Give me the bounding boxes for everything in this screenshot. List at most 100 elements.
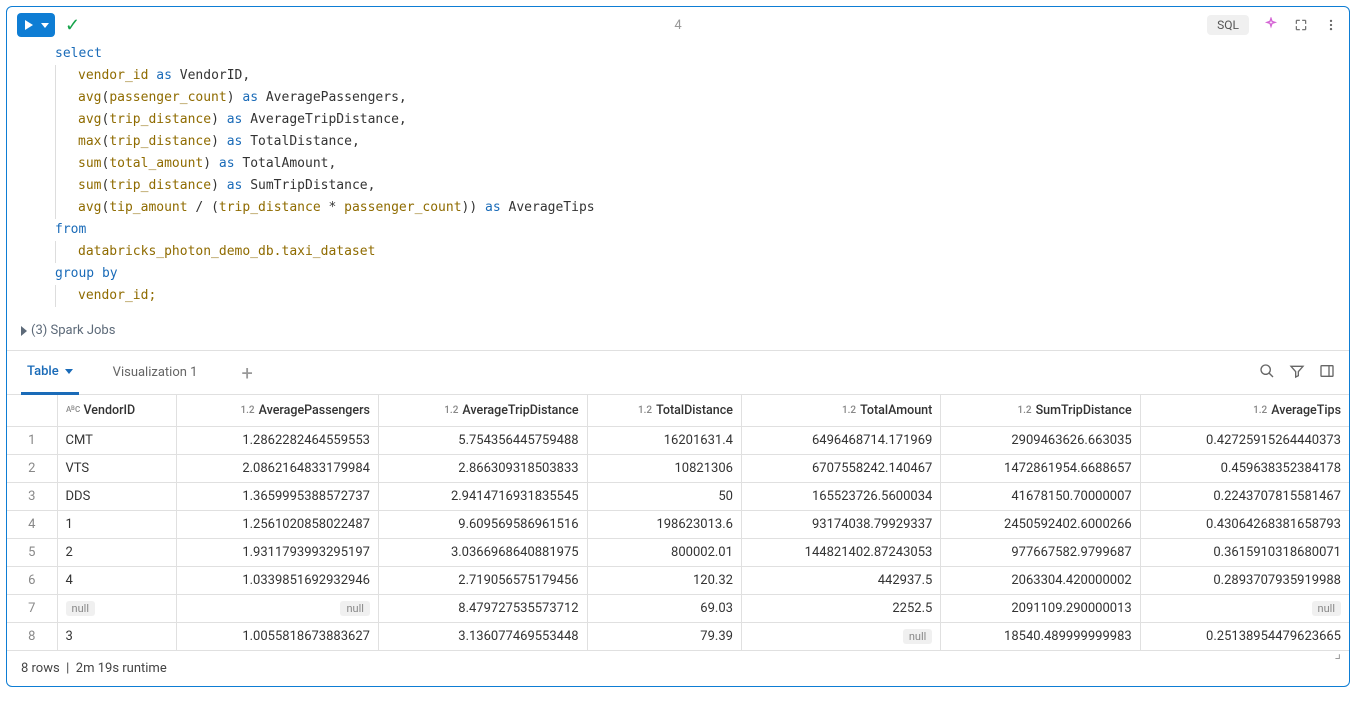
header-averagetripdistance[interactable]: 1.2AverageTripDistance (378, 395, 587, 427)
cell: 9.609569586961516 (378, 511, 587, 539)
tab-table[interactable]: Table (21, 351, 79, 395)
cell: 6496468714.171969 (741, 427, 940, 455)
cell: 8.479727535573712 (378, 595, 587, 623)
cell: 2.866309318503833 (378, 455, 587, 483)
row-number: 6 (7, 567, 57, 595)
string-type-icon: ABC (66, 406, 80, 417)
cell: 50 (587, 483, 741, 511)
success-check-icon: ✓ (65, 15, 80, 36)
row-number: 7 (7, 595, 57, 623)
cell: 0.25138954479623665 (1140, 623, 1349, 651)
fullscreen-icon[interactable] (1293, 17, 1309, 33)
cell: 18540.489999999983 (941, 623, 1140, 651)
cell: 2252.5 (741, 595, 940, 623)
null-pill: null (340, 601, 370, 616)
cell: 2.0862164833179984 (177, 455, 379, 483)
run-button[interactable] (17, 13, 55, 37)
notebook-cell: ✓ 4 SQL select vendor_id as VendorID, av… (6, 6, 1350, 687)
cell: 0.2243707815581467 (1140, 483, 1349, 511)
cell: 0.2893707935919988 (1140, 567, 1349, 595)
header-averagetips[interactable]: 1.2AverageTips (1140, 395, 1349, 427)
expand-arrow-icon (21, 326, 27, 336)
number-type-icon: 1.2 (1017, 405, 1031, 416)
row-number: 1 (7, 427, 57, 455)
header-totalamount[interactable]: 1.2TotalAmount (741, 395, 940, 427)
panel-icon[interactable] (1319, 363, 1335, 383)
header-vendorid[interactable]: ABCVendorID (57, 395, 177, 427)
table-row[interactable]: 641.03398516929329462.719056575179456120… (7, 567, 1349, 595)
number-type-icon: 1.2 (842, 405, 856, 416)
cell: 2.9414716931835545 (378, 483, 587, 511)
cell: 5.754356445759488 (378, 427, 587, 455)
table-row[interactable]: 521.93117939932951973.036696864088197580… (7, 539, 1349, 567)
language-pill[interactable]: SQL (1207, 15, 1249, 35)
table-row[interactable]: 3DDS1.36599953885727372.9414716931835545… (7, 483, 1349, 511)
number-type-icon: 1.2 (638, 405, 652, 416)
cell: null (741, 623, 940, 651)
cell: 93174038.79929337 (741, 511, 940, 539)
cell-toolbar: ✓ 4 SQL (7, 7, 1349, 43)
cell: 977667582.9799687 (941, 539, 1140, 567)
resize-handle-icon[interactable]: ⌟ (1334, 646, 1341, 662)
svg-text:C: C (75, 405, 80, 414)
cell: 0.43064268381658793 (1140, 511, 1349, 539)
table-row[interactable]: 2VTS2.08621648331799842.8663093185038331… (7, 455, 1349, 483)
cell: 2091109.290000013 (941, 595, 1140, 623)
table-row[interactable]: 7 null null 8.47972753557371269.032252.5209… (7, 595, 1349, 623)
chevron-down-icon (41, 23, 49, 28)
cell: 120.32 (587, 567, 741, 595)
cell: 198623013.6 (587, 511, 741, 539)
cell: 1.2561020858022487 (177, 511, 379, 539)
cell: 69.03 (587, 595, 741, 623)
header-rownum (7, 395, 57, 427)
cell: 6707558242.140467 (741, 455, 940, 483)
result-tabs: Table Visualization 1 + (7, 351, 1349, 395)
cell: 4 (57, 567, 177, 595)
cell: 1.3659995388572737 (177, 483, 379, 511)
cell: 165523726.5600034 (741, 483, 940, 511)
cell: 79.39 (587, 623, 741, 651)
cell: 2063304.420000002 (941, 567, 1140, 595)
play-icon (25, 20, 33, 30)
cell: 0.42725915264440373 (1140, 427, 1349, 455)
header-totaldistance[interactable]: 1.2TotalDistance (587, 395, 741, 427)
cell: 1 (57, 511, 177, 539)
row-number: 2 (7, 455, 57, 483)
cell: 1.0339851692932946 (177, 567, 379, 595)
cell: VTS (57, 455, 177, 483)
cell: 2.719056575179456 (378, 567, 587, 595)
cell: null (1140, 595, 1349, 623)
table-row[interactable]: 411.25610208580224879.609569586961516198… (7, 511, 1349, 539)
null-pill: null (903, 629, 933, 644)
cell: 800002.01 (587, 539, 741, 567)
table-row[interactable]: 1CMT1.28622824645595535.7543564457594881… (7, 427, 1349, 455)
table-row[interactable]: 831.00558186738836273.13607746955344879.… (7, 623, 1349, 651)
search-icon[interactable] (1259, 363, 1275, 383)
cell: null (57, 595, 177, 623)
cell: 16201631.4 (587, 427, 741, 455)
null-pill: null (1312, 601, 1342, 616)
number-type-icon: 1.2 (444, 405, 458, 416)
code-editor[interactable]: select vendor_id as VendorID, avg(passen… (7, 43, 1349, 317)
cell: 41678150.70000007 (941, 483, 1140, 511)
header-averagepassengers[interactable]: 1.2AveragePassengers (177, 395, 379, 427)
add-tab-button[interactable]: + (241, 361, 252, 385)
row-number: 5 (7, 539, 57, 567)
cell: 10821306 (587, 455, 741, 483)
spark-jobs-toggle[interactable]: (3) Spark Jobs (7, 317, 1349, 344)
cell: 3.0366968640881975 (378, 539, 587, 567)
cell: DDS (57, 483, 177, 511)
cell: 0.459638352384178 (1140, 455, 1349, 483)
cell: 3 (57, 623, 177, 651)
header-sumtripdistance[interactable]: 1.2SumTripDistance (941, 395, 1140, 427)
tab-visualization-1[interactable]: Visualization 1 (107, 351, 204, 395)
result-table: ABCVendorID 1.2AveragePassengers 1.2Aver… (7, 395, 1349, 651)
cell: 0.3615910318680071 (1140, 539, 1349, 567)
row-number: 4 (7, 511, 57, 539)
kebab-menu-icon[interactable] (1323, 17, 1339, 33)
null-pill: null (66, 601, 96, 616)
row-number: 3 (7, 483, 57, 511)
cell: 442937.5 (741, 567, 940, 595)
assistant-sparkle-icon[interactable] (1263, 17, 1279, 33)
filter-icon[interactable] (1289, 363, 1305, 383)
